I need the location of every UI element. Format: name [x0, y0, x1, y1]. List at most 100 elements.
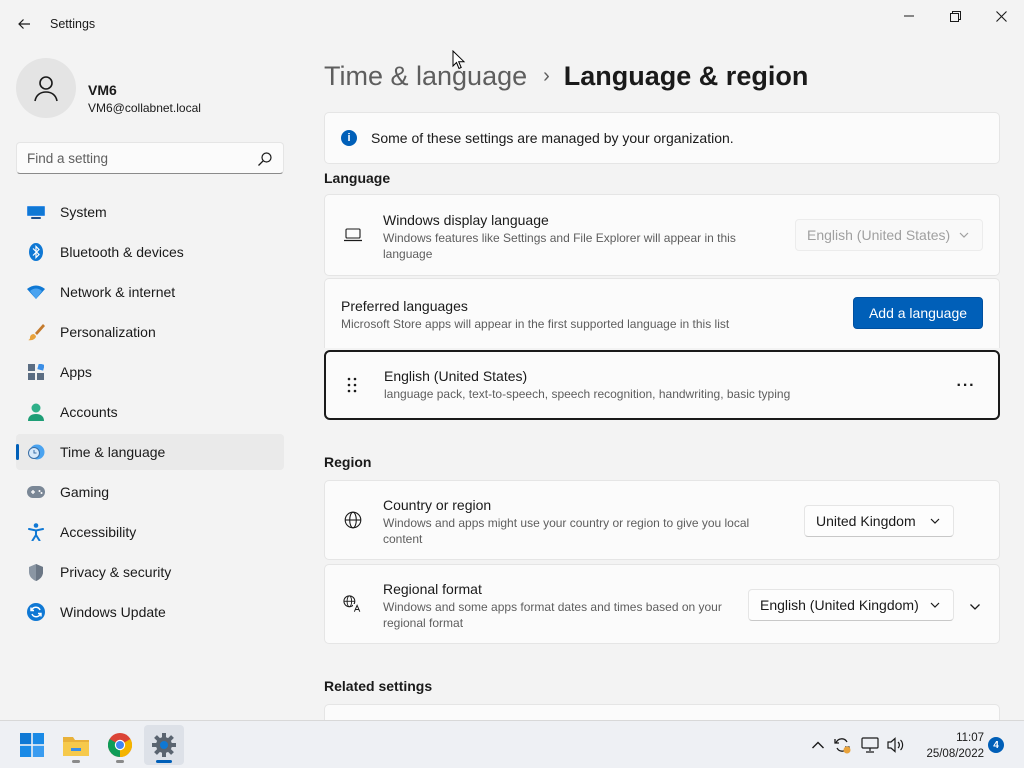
folder-icon — [63, 737, 89, 756]
globe-icon — [343, 510, 363, 530]
language-format-icon — [343, 594, 363, 614]
user-name: VM6 — [88, 82, 117, 98]
sidebar-item-time-language[interactable]: Time & language — [16, 434, 284, 470]
back-arrow-icon — [18, 19, 30, 29]
drag-handle-icon[interactable] — [342, 375, 362, 395]
network-icon — [861, 737, 879, 753]
taskbar-settings[interactable] — [144, 725, 184, 765]
preferred-languages-description: Microsoft Store apps will appear in the … — [341, 317, 730, 331]
chevron-down-icon — [930, 518, 940, 524]
sidebar-item-label: Network & internet — [60, 284, 176, 300]
sidebar-item-personalization[interactable]: Personalization — [16, 314, 284, 350]
section-title-language: Language — [324, 170, 391, 186]
notification-badge[interactable]: 4 — [988, 737, 1004, 753]
sidebar-item-accessibility[interactable]: Accessibility — [16, 514, 284, 550]
chevron-down-icon — [930, 602, 940, 608]
sidebar-item-gaming[interactable]: Gaming — [16, 474, 284, 510]
country-region-card: Country or region Windows and apps might… — [324, 480, 1000, 560]
taskbar-chrome[interactable] — [100, 725, 140, 765]
chrome-icon — [108, 733, 132, 757]
maximize-button[interactable] — [932, 0, 978, 32]
tray-volume-button[interactable] — [886, 735, 906, 755]
expand-button[interactable] — [965, 597, 985, 617]
more-options-button[interactable]: ··· — [952, 372, 980, 400]
regional-format-title: Regional format — [383, 581, 482, 597]
related-settings-card[interactable] — [324, 704, 1000, 720]
country-region-title: Country or region — [383, 497, 492, 513]
taskbar-clock[interactable]: 11:07 25/08/2022 — [914, 730, 984, 762]
sidebar-item-label: Apps — [60, 364, 92, 380]
sidebar-item-system[interactable]: System — [16, 194, 284, 230]
preferred-languages-title: Preferred languages — [341, 298, 468, 314]
update-icon — [27, 603, 45, 621]
gamepad-icon — [27, 483, 45, 501]
regional-format-dropdown[interactable]: English (United Kingdom) — [748, 589, 954, 621]
country-region-description: Windows and apps might use your country … — [383, 516, 750, 546]
chevron-up-icon — [812, 741, 824, 749]
section-title-related: Related settings — [324, 678, 433, 694]
dropdown-value: English (United Kingdom) — [760, 597, 919, 613]
sidebar-item-apps[interactable]: Apps — [16, 354, 284, 390]
accessibility-icon — [27, 523, 45, 541]
dropdown-value: United Kingdom — [816, 513, 916, 529]
display-language-description: Windows features like Settings and File … — [383, 231, 736, 261]
running-indicator — [116, 760, 124, 763]
nav-list: System Bluetooth & devices Network & int… — [16, 194, 284, 634]
sidebar-item-label: Gaming — [60, 484, 110, 500]
tray-network-button[interactable] — [860, 735, 880, 755]
close-button[interactable] — [978, 0, 1024, 32]
sidebar-item-privacy[interactable]: Privacy & security — [16, 554, 284, 590]
clock-date: 25/08/2022 — [926, 748, 984, 760]
language-name: English (United States) — [384, 368, 528, 384]
add-language-button[interactable]: Add a language — [853, 297, 983, 329]
clock-globe-icon — [27, 443, 45, 461]
display-language-dropdown[interactable]: English (United States) — [795, 219, 983, 251]
display-language-title: Windows display language — [383, 212, 549, 228]
chevron-down-icon — [970, 604, 980, 610]
chevron-down-icon — [959, 232, 969, 238]
regional-format-description: Windows and some apps format dates and t… — [383, 600, 722, 630]
monitor-icon — [27, 203, 45, 221]
windows-logo-icon — [20, 733, 44, 757]
tray-sync-button[interactable] — [832, 735, 852, 755]
sidebar-item-windows-update[interactable]: Windows Update — [16, 594, 284, 630]
apps-icon — [27, 363, 45, 381]
breadcrumb-parent[interactable]: Time & language — [324, 61, 527, 92]
breadcrumb-separator: › — [543, 64, 550, 87]
tray-overflow-button[interactable] — [808, 735, 828, 755]
user-email: VM6@collabnet.local — [88, 101, 201, 115]
info-banner-text: Some of these settings are managed by yo… — [371, 130, 734, 146]
user-profile[interactable]: VM6 VM6@collabnet.local — [16, 58, 286, 118]
wifi-icon — [27, 283, 45, 301]
sidebar-item-label: Time & language — [60, 444, 166, 460]
dropdown-value: English (United States) — [807, 227, 951, 243]
sidebar-item-network[interactable]: Network & internet — [16, 274, 284, 310]
language-features: language pack, text-to-speech, speech re… — [384, 387, 791, 401]
taskbar: 11:07 25/08/2022 4 — [0, 720, 1024, 768]
gear-icon — [152, 733, 176, 757]
taskbar-file-explorer[interactable] — [56, 725, 96, 765]
language-list-item[interactable]: English (United States) language pack, t… — [324, 350, 1000, 420]
laptop-icon — [343, 225, 363, 245]
sidebar: VM6 VM6@collabnet.local System Bluetooth… — [0, 48, 300, 720]
active-indicator — [156, 760, 172, 763]
minimize-button[interactable] — [886, 0, 932, 32]
back-button[interactable] — [10, 10, 38, 38]
sync-icon — [834, 738, 851, 754]
avatar — [16, 58, 76, 118]
main-content: Time & language › Language & region i So… — [324, 48, 1000, 720]
section-title-region: Region — [324, 454, 372, 470]
sidebar-item-label: Accounts — [60, 404, 118, 420]
title-bar: Settings — [0, 0, 1024, 48]
minimize-icon — [904, 15, 914, 17]
search-icon[interactable] — [257, 151, 273, 167]
close-icon — [995, 10, 1007, 22]
page-title: Language & region — [563, 60, 809, 91]
display-language-card: Windows display language Windows feature… — [324, 194, 1000, 276]
search-input[interactable] — [27, 143, 247, 173]
shield-icon — [27, 563, 45, 581]
sidebar-item-accounts[interactable]: Accounts — [16, 394, 284, 430]
country-region-dropdown[interactable]: United Kingdom — [804, 505, 954, 537]
start-button[interactable] — [12, 725, 52, 765]
sidebar-item-bluetooth[interactable]: Bluetooth & devices — [16, 234, 284, 270]
